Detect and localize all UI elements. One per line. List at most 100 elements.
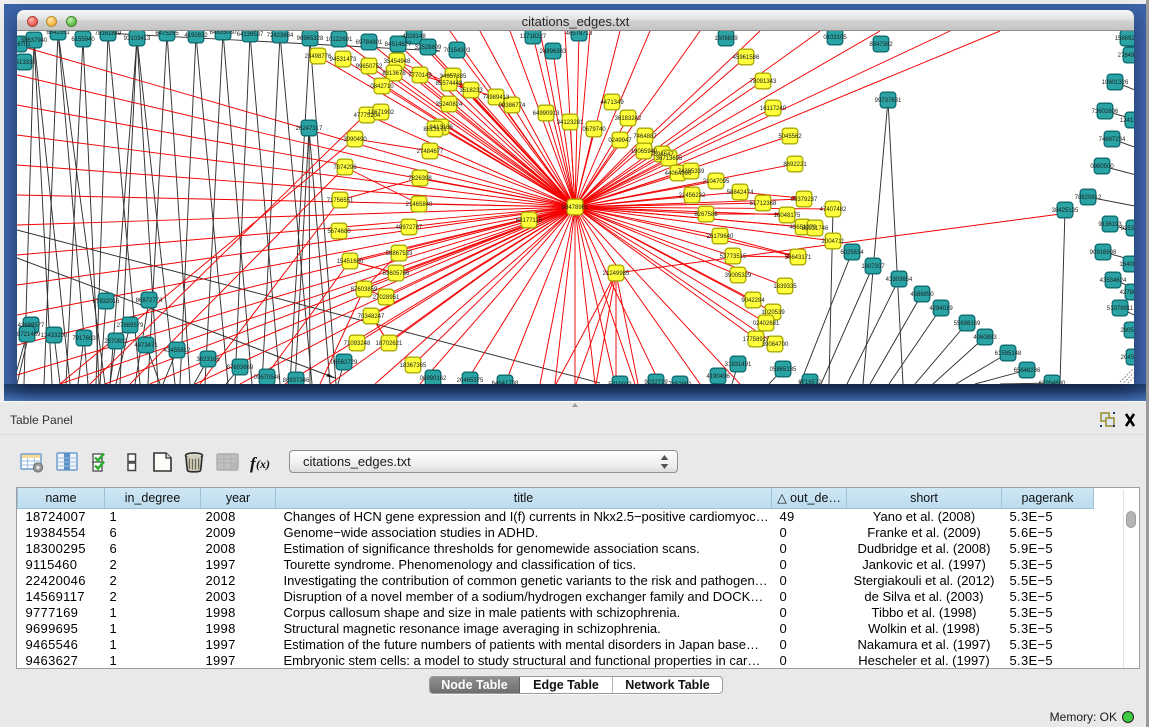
svg-text:(x): (x)	[256, 457, 270, 471]
svg-text:12411824: 12411824	[1120, 118, 1134, 124]
svg-text:13433200: 13433200	[41, 333, 68, 339]
svg-text:45961586: 45961586	[733, 55, 760, 61]
svg-text:2004711: 2004711	[822, 239, 846, 245]
svg-text:9042284: 9042284	[741, 298, 765, 304]
svg-text:6716572: 6716572	[798, 380, 822, 384]
svg-text:73602606: 73602606	[1092, 109, 1119, 115]
svg-text:11718227: 11718227	[520, 34, 547, 40]
svg-text:02402681: 02402681	[753, 321, 780, 327]
svg-text:8267586: 8267586	[694, 212, 718, 218]
svg-text:71756551: 71756551	[327, 198, 354, 204]
svg-text:32528809: 32528809	[415, 45, 442, 51]
svg-text:49972787: 49972787	[396, 225, 423, 231]
svg-text:0842710: 0842710	[370, 84, 394, 90]
svg-text:3623166: 3623166	[196, 357, 220, 363]
svg-text:64139537: 64139537	[237, 32, 264, 38]
svg-text:26179640: 26179640	[707, 234, 734, 240]
svg-text:4190496: 4190496	[706, 374, 730, 380]
svg-text:4828148: 4828148	[402, 34, 426, 40]
svg-text:7826398: 7826398	[408, 176, 432, 182]
svg-text:74395339: 74395339	[678, 169, 705, 175]
svg-text:4060883: 4060883	[973, 335, 997, 341]
svg-text:7770143: 7770143	[408, 73, 432, 79]
svg-text:84514627: 84514627	[385, 42, 412, 48]
svg-text:21456232: 21456232	[679, 193, 706, 199]
svg-text:4873471: 4873471	[134, 343, 158, 349]
svg-text:27484677: 27484677	[417, 149, 444, 155]
svg-text:42786801: 42786801	[1120, 290, 1134, 296]
svg-text:1020539: 1020539	[761, 310, 785, 316]
svg-text:62994680: 62994680	[1039, 381, 1066, 384]
svg-text:38425135: 38425135	[1052, 208, 1079, 214]
svg-text:6566701: 6566701	[17, 42, 31, 48]
svg-text:67632016: 67632016	[93, 299, 120, 305]
svg-text:63605766: 63605766	[383, 271, 410, 277]
svg-text:35454948: 35454948	[384, 59, 411, 65]
svg-text:6542351: 6542351	[46, 31, 70, 36]
svg-text:0980500: 0980500	[1090, 164, 1114, 170]
svg-text:7874296: 7874296	[333, 165, 357, 171]
svg-text:28498776: 28498776	[305, 54, 332, 60]
svg-text:34123281: 34123281	[557, 120, 584, 126]
svg-text:6155940: 6155940	[71, 37, 95, 43]
svg-text:78091343: 78091343	[750, 79, 777, 85]
svg-text:4294019: 4294019	[929, 306, 953, 312]
svg-text:5045562: 5045562	[778, 134, 802, 140]
svg-text:3518233: 3518233	[459, 88, 483, 94]
svg-text:55698169: 55698169	[954, 321, 981, 327]
svg-text:11671902: 11671902	[368, 110, 395, 116]
svg-text:20450533: 20450533	[1121, 355, 1134, 361]
svg-text:53773515: 53773515	[720, 254, 747, 260]
svg-text:4192832: 4192832	[184, 33, 208, 39]
svg-text:72423884: 72423884	[267, 33, 294, 39]
svg-text:39084700: 39084700	[762, 342, 789, 348]
svg-text:69379237: 69379237	[791, 197, 818, 203]
svg-text:16117240: 16117240	[760, 106, 787, 112]
svg-text:43699577: 43699577	[18, 323, 45, 329]
svg-text:18367365: 18367365	[400, 363, 427, 369]
svg-text:27889579: 27889579	[117, 323, 144, 329]
svg-text:88937346: 88937346	[283, 378, 310, 384]
svg-text:21465840: 21465840	[406, 202, 433, 208]
svg-text:34957885: 34957885	[440, 74, 467, 80]
svg-text:64835030: 64835030	[210, 31, 237, 36]
svg-text:7452991: 7452991	[668, 382, 692, 384]
svg-text:7917693: 7917693	[72, 336, 96, 342]
svg-text:6513338: 6513338	[17, 60, 36, 66]
svg-text:27028951: 27028951	[373, 295, 400, 301]
svg-text:05865185: 05865185	[770, 367, 797, 373]
svg-text:85574443: 85574443	[436, 81, 463, 87]
svg-text:74989413: 74989413	[483, 95, 510, 101]
svg-text:47407482: 47407482	[820, 207, 847, 213]
svg-text:58867533: 58867533	[386, 251, 413, 257]
svg-text:8613171: 8613171	[423, 127, 447, 133]
svg-text:10801326: 10801326	[1102, 80, 1129, 86]
svg-text:93103413: 93103413	[124, 36, 151, 42]
svg-text:94531473: 94531473	[330, 57, 357, 63]
svg-text:21047095: 21047095	[703, 179, 730, 185]
svg-text:51079911: 51079911	[1107, 306, 1134, 312]
svg-text:70348247: 70348247	[358, 314, 385, 320]
svg-text:0249947: 0249947	[608, 138, 632, 144]
svg-text:66177115: 66177115	[516, 218, 543, 224]
svg-text:36183242: 36183242	[615, 116, 642, 122]
svg-text:9136193: 9136193	[1098, 222, 1122, 228]
svg-text:15869232: 15869232	[1115, 36, 1134, 42]
svg-text:16048175: 16048175	[774, 213, 801, 219]
svg-text:61595148: 61595148	[995, 351, 1022, 357]
svg-text:5310033: 5310033	[608, 382, 632, 384]
svg-text:38721489: 38721489	[17, 332, 41, 338]
svg-text:5674680: 5674680	[327, 229, 351, 235]
svg-text:26247317: 26247317	[296, 126, 323, 132]
svg-text:98478961: 98478961	[562, 205, 589, 211]
svg-text:51712368: 51712368	[750, 201, 777, 207]
svg-text:10122691: 10122691	[326, 37, 353, 43]
svg-text:20465375: 20465375	[457, 378, 484, 384]
svg-text:99386774: 99386774	[499, 103, 526, 109]
svg-text:69784801: 69784801	[356, 40, 383, 46]
svg-text:0679740: 0679740	[582, 127, 606, 133]
svg-text:43303654: 43303654	[886, 277, 913, 283]
svg-text:6475255: 6475255	[155, 31, 179, 37]
svg-text:96965328: 96965328	[297, 36, 324, 42]
svg-text:43534624: 43534624	[1100, 278, 1127, 284]
